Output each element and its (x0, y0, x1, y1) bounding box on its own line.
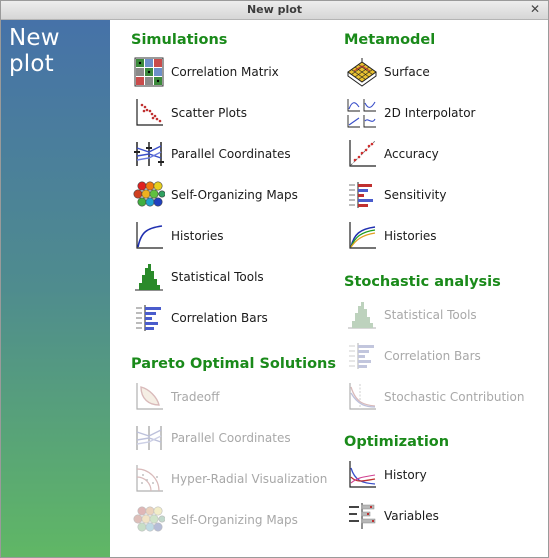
accuracy-icon (346, 138, 378, 170)
section-title-metamodel: Metamodel (344, 32, 436, 48)
surface-3d-icon (346, 56, 378, 88)
interpolator-2d-icon (346, 97, 378, 129)
item-accuracy[interactable]: Accuracy (346, 138, 439, 170)
item-histories[interactable]: Histories (133, 220, 224, 252)
sidebar: New plot (1, 20, 110, 557)
item-label: History (384, 468, 427, 482)
section-title-stochastic: Stochastic analysis (344, 274, 501, 290)
item-label: 2D Interpolator (384, 106, 476, 120)
item-stochastic-contribution[interactable]: Stochastic Contribution (346, 381, 524, 413)
item-hyper-radial-visualization[interactable]: Hyper-Radial Visualization (133, 463, 327, 495)
item-label: Tradeoff (171, 390, 220, 404)
item-label: Surface (384, 65, 430, 79)
item-label: Variables (384, 509, 439, 523)
item-label: Histories (171, 229, 224, 243)
item-self-organizing-maps[interactable]: Self-Organizing Maps (133, 179, 298, 211)
item-scatter-plots[interactable]: Scatter Plots (133, 97, 247, 129)
close-icon[interactable]: ✕ (528, 2, 542, 16)
item-surface[interactable]: Surface (346, 56, 430, 88)
item-label: Parallel Coordinates (171, 431, 291, 445)
stochastic-contribution-icon (346, 381, 378, 413)
history-curve-icon (346, 220, 378, 252)
item-label: Stochastic Contribution (384, 390, 525, 404)
correlation-bars-icon (133, 302, 165, 334)
new-plot-window: New plot ✕ New plot Simulations Correlat… (0, 0, 549, 558)
item-variables[interactable]: Variables (346, 500, 439, 532)
variables-icon (346, 500, 378, 532)
section-title-simulations: Simulations (131, 32, 228, 48)
item-correlation-matrix[interactable]: Correlation Matrix (133, 56, 279, 88)
hyper-radial-icon (133, 463, 165, 495)
window-title: New plot (246, 3, 303, 16)
item-pareto-parallel-coordinates[interactable]: Parallel Coordinates (133, 422, 291, 454)
plot-type-panel: Simulations Correlation Matrix Scatter P… (111, 20, 548, 557)
section-title-pareto: Pareto Optimal Solutions (131, 356, 336, 372)
histogram-icon (133, 261, 165, 293)
item-label: Correlation Bars (171, 311, 268, 325)
section-title-optimization: Optimization (344, 434, 450, 450)
item-optimization-history[interactable]: History (346, 459, 427, 491)
title-bar: New plot ✕ (1, 1, 548, 20)
item-label: Histories (384, 229, 437, 243)
som-hexagon-icon (133, 179, 165, 211)
item-correlation-bars[interactable]: Correlation Bars (133, 302, 268, 334)
item-stochastic-correlation-bars[interactable]: Correlation Bars (346, 340, 481, 372)
item-label: Statistical Tools (384, 308, 477, 322)
item-label: Correlation Bars (384, 349, 481, 363)
sensitivity-icon (346, 179, 378, 211)
item-parallel-coordinates[interactable]: Parallel Coordinates (133, 138, 291, 170)
correlation-bars-icon (346, 340, 378, 372)
item-label: Correlation Matrix (171, 65, 279, 79)
item-sensitivity[interactable]: Sensitivity (346, 179, 446, 211)
scatter-plot-icon (133, 97, 165, 129)
histogram-icon (346, 299, 378, 331)
item-label: Scatter Plots (171, 106, 247, 120)
item-label: Accuracy (384, 147, 439, 161)
history-curve-icon (133, 220, 165, 252)
tradeoff-icon (133, 381, 165, 413)
sidebar-heading: New plot (9, 25, 60, 77)
item-label: Sensitivity (384, 188, 447, 202)
item-2d-interpolator[interactable]: 2D Interpolator (346, 97, 475, 129)
item-stochastic-statistical-tools[interactable]: Statistical Tools (346, 299, 477, 331)
correlation-matrix-icon (133, 56, 165, 88)
item-metamodel-histories[interactable]: Histories (346, 220, 437, 252)
item-tradeoff[interactable]: Tradeoff (133, 381, 219, 413)
parallel-coordinates-icon (133, 422, 165, 454)
optimization-history-icon (346, 459, 378, 491)
item-pareto-self-organizing-maps[interactable]: Self-Organizing Maps (133, 504, 298, 536)
item-label: Self-Organizing Maps (171, 513, 298, 527)
som-hexagon-icon (133, 504, 165, 536)
parallel-coordinates-icon (133, 138, 165, 170)
item-label: Self-Organizing Maps (171, 188, 298, 202)
item-statistical-tools[interactable]: Statistical Tools (133, 261, 264, 293)
item-label: Hyper-Radial Visualization (171, 472, 328, 486)
item-label: Parallel Coordinates (171, 147, 291, 161)
item-label: Statistical Tools (171, 270, 264, 284)
